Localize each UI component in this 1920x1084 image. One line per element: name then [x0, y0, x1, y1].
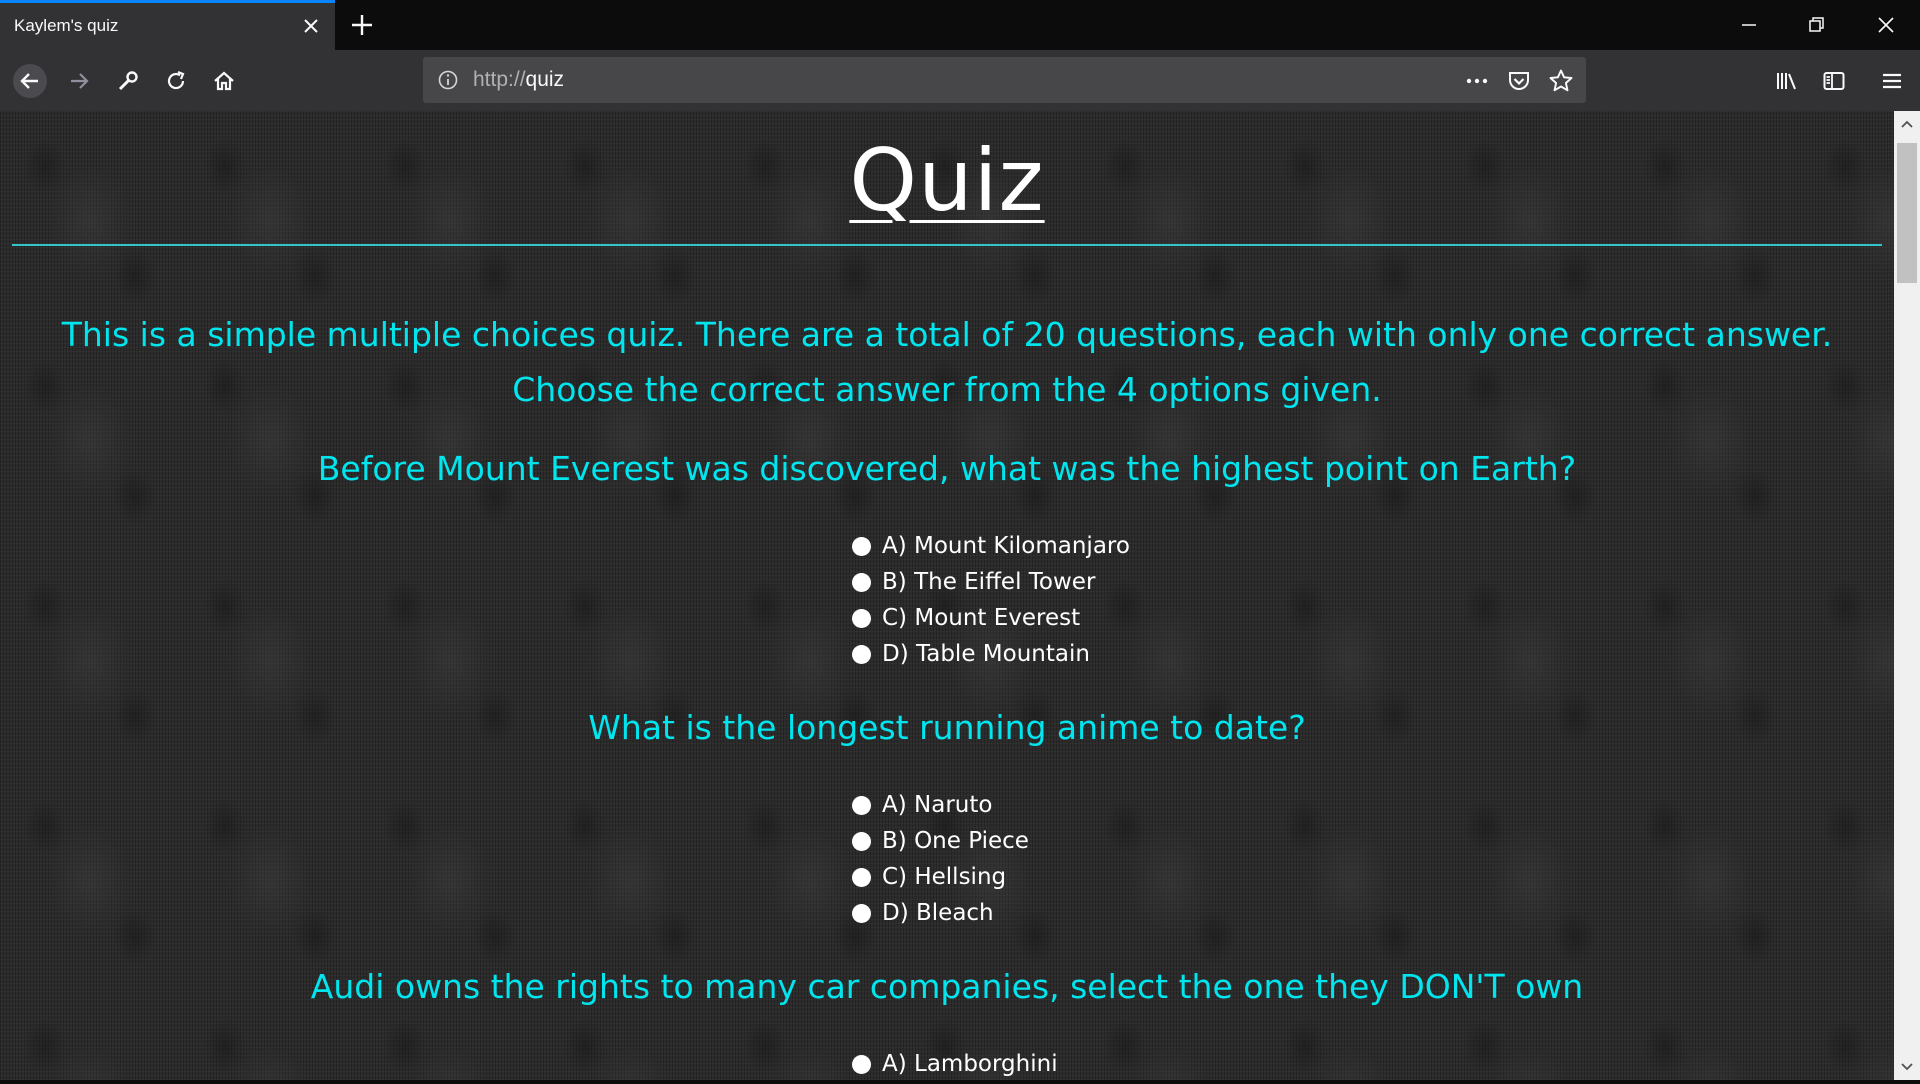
vertical-scrollbar[interactable]: [1894, 111, 1920, 1080]
home-icon[interactable]: [207, 64, 241, 98]
radio-button[interactable]: [852, 1055, 871, 1074]
star-icon[interactable]: [1548, 68, 1574, 94]
option-label: C) Mount Everest: [882, 605, 1081, 631]
tab-strip: Kaylem's quiz: [0, 0, 1920, 50]
option-label: C) Hellsing: [882, 864, 1007, 890]
menu-icon[interactable]: [1875, 64, 1909, 98]
restore-icon[interactable]: [1806, 14, 1828, 36]
option-label: A) Naruto: [882, 792, 993, 818]
minimize-icon[interactable]: [1738, 14, 1760, 36]
title-divider: [12, 244, 1882, 246]
radio-button[interactable]: [852, 645, 871, 664]
radio-button[interactable]: [852, 796, 871, 815]
tab-title: Kaylem's quiz: [14, 16, 119, 35]
option-label: A) Mount Kilomanjaro: [882, 533, 1130, 559]
radio-button[interactable]: [852, 609, 871, 628]
option-label: D) Table Mountain: [882, 641, 1090, 667]
scrollbar-thumb[interactable]: [1897, 143, 1917, 283]
wrench-icon[interactable]: [111, 64, 145, 98]
pocket-icon[interactable]: [1506, 68, 1532, 94]
option-label: A) Lamborghini: [882, 1051, 1058, 1077]
navigation-toolbar: http://quiz: [0, 50, 1920, 111]
question-3: Audi owns the rights to many car compani…: [310, 967, 1584, 1006]
scroll-up-icon[interactable]: [1894, 111, 1920, 137]
option-label: B) One Piece: [882, 828, 1029, 854]
radio-button[interactable]: [852, 537, 871, 556]
radio-button[interactable]: [852, 573, 871, 592]
url-host: quiz: [525, 68, 565, 91]
back-arrow-icon[interactable]: [13, 64, 47, 98]
scroll-down-icon[interactable]: [1894, 1054, 1920, 1080]
question-2: What is the longest running anime to dat…: [588, 708, 1306, 747]
radio-button[interactable]: [852, 904, 871, 923]
sidebar-icon[interactable]: [1817, 64, 1851, 98]
quiz-intro: This is a simple multiple choices quiz. …: [61, 315, 1833, 409]
info-icon[interactable]: [437, 69, 459, 95]
reload-icon[interactable]: [159, 64, 193, 98]
browser-tab[interactable]: Kaylem's quiz: [0, 0, 335, 50]
url-bar[interactable]: http://quiz: [423, 57, 1586, 103]
more-icon[interactable]: [1464, 68, 1490, 94]
url-scheme: http://: [473, 68, 526, 91]
library-icon[interactable]: [1770, 64, 1804, 98]
forward-arrow-icon[interactable]: [62, 64, 96, 98]
option-label: B) The Eiffel Tower: [882, 569, 1096, 595]
plus-icon[interactable]: [349, 12, 375, 38]
question-1: Before Mount Everest was discovered, wha…: [317, 449, 1577, 488]
page-title: Quiz: [849, 131, 1045, 231]
option-label: D) Bleach: [882, 900, 994, 926]
radio-button[interactable]: [852, 868, 871, 887]
page-viewport: Quiz This is a simple multiple choices q…: [0, 111, 1894, 1080]
close-icon[interactable]: [301, 16, 321, 36]
radio-button[interactable]: [852, 832, 871, 851]
window-close-icon[interactable]: [1875, 14, 1897, 36]
url-text[interactable]: http://quiz: [473, 68, 564, 92]
